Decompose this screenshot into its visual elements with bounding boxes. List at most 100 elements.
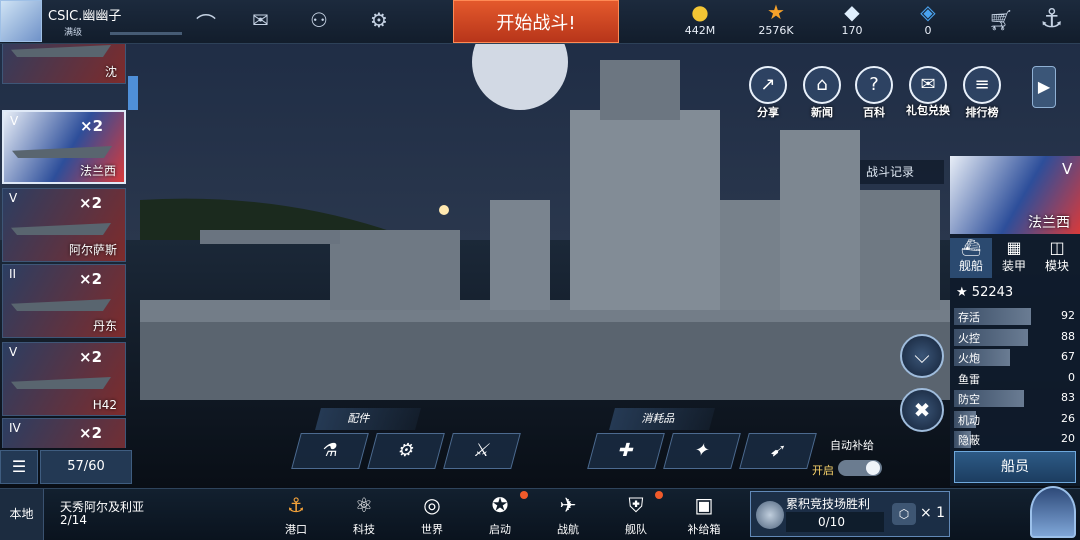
stat-row-3: 鱼雷 0 (954, 370, 1078, 387)
stat-value: 92 (1061, 309, 1075, 322)
xp-bar (110, 32, 182, 35)
mail-icon[interactable]: ✉ (252, 8, 269, 32)
stat-value: 20 (1061, 432, 1075, 445)
rank-chevron-icon[interactable]: ⌵ (900, 334, 944, 378)
fleet-icon: ⛨ (628, 493, 644, 517)
launch-icon: ✪ (491, 493, 509, 517)
stat-row-2: 火炮 67 (954, 349, 1078, 366)
captain-avatar[interactable] (1030, 486, 1076, 538)
leaderboard-icon: ≡ (963, 66, 1001, 104)
nav-world[interactable]: ◎ 世界 (408, 492, 456, 538)
reward-multiplier: × 1 (920, 505, 946, 521)
star-resource[interactable]: ★ 2576K (746, 0, 806, 44)
tab-module[interactable]: ◫ 模块 (1036, 238, 1078, 278)
consumable-slot-2[interactable]: ✦ (663, 433, 741, 469)
stat-row-5: 机动 26 (954, 410, 1078, 428)
stat-label: 火控 (958, 331, 980, 345)
combat-power: ★ 52243 (956, 285, 1014, 300)
stat-label: 机动 (958, 413, 980, 427)
armor-icon: ▦ (1006, 238, 1022, 257)
ship-card[interactable]: II ×2 丹东 (2, 264, 126, 338)
player-rank: 满级 (64, 28, 83, 38)
tab-ship[interactable]: ⛴ 舰船 (950, 238, 992, 278)
friends-icon[interactable]: ⚇ (310, 8, 328, 32)
gold-resource[interactable]: ● 442M (670, 0, 730, 44)
stat-row-6: 隐蔽 20 (954, 431, 1078, 448)
star-value: 2576K (758, 24, 794, 37)
diamond-resource[interactable]: ◆ 170 (822, 0, 882, 44)
list-filter-icon[interactable]: ☰ (0, 450, 38, 484)
stat-label: 防空 (958, 393, 980, 406)
ship-card[interactable]: V ×2 阿尔萨斯 (2, 188, 126, 262)
auto-supply-state: 开启 (812, 464, 834, 477)
toggle-knob (866, 461, 880, 475)
ship-card[interactable]: V ×2 H42 (2, 342, 126, 416)
stat-row-4: 防空 83 (954, 390, 1078, 407)
share-button[interactable]: ↗ 分享 (746, 66, 790, 119)
gold-coin-icon: ● (691, 0, 709, 24)
parts-header: 配件 (315, 408, 421, 430)
auto-supply-label: 自动补给 (830, 439, 874, 452)
leaderboard-button[interactable]: ≡ 排行榜 (960, 66, 1004, 119)
nav-tech[interactable]: ⚛ 科技 (340, 492, 388, 538)
share-icon: ↗ (749, 66, 787, 104)
gift-redeem-button[interactable]: ✉ 礼包兑换 (906, 66, 950, 118)
ship-count[interactable]: 57/60 (40, 450, 132, 484)
nav-launch[interactable]: ✪ 启动 (476, 492, 524, 538)
tech-icon: ⚛ (355, 493, 373, 517)
notification-dot (655, 491, 663, 499)
shop-cart-icon[interactable]: 🛒︎ (988, 8, 1013, 32)
arena-medal-icon (756, 501, 784, 529)
gem-resource[interactable]: ◈ 0 (898, 0, 958, 44)
consumables-header: 消耗品 (609, 408, 715, 430)
menu-expand-chevron-icon[interactable]: ▶ (1032, 66, 1056, 108)
nav-battle-voyage[interactable]: ✈ 战航 (544, 492, 592, 538)
ship-list[interactable]: 沈 V ×2 法兰西 V ×2 阿尔萨斯 II ×2 丹东 V ×2 H42 IV ×2 (0, 44, 134, 448)
settings-gear-icon[interactable]: ⚙ (370, 8, 388, 32)
anchor-icon[interactable]: ⚓ (1040, 4, 1063, 34)
arena-title: 累积竞技场胜利 (786, 497, 871, 511)
ship-card[interactable]: 沈 (2, 44, 126, 84)
voyage-icon: ✈ (559, 493, 577, 517)
repair-tools-icon[interactable]: ✖ (900, 388, 944, 432)
part-slot-2[interactable]: ⚙ (367, 433, 445, 469)
port-icon: ⚓ (287, 493, 305, 517)
ship-list-scrollbar[interactable] (128, 76, 138, 110)
crew-button[interactable]: 船员 (954, 451, 1076, 483)
notification-dot (520, 491, 528, 499)
ship-card-selected[interactable]: V ×2 法兰西 (2, 110, 126, 184)
ship-card[interactable]: IV ×2 (2, 418, 126, 448)
stat-value: 67 (1061, 350, 1075, 363)
blue-gem-icon: ◈ (920, 0, 936, 24)
world-icon: ◎ (423, 493, 441, 517)
ship-name: 法兰西 (1028, 215, 1070, 231)
stat-row-1: 火控 88 (954, 328, 1078, 346)
part-slot-3[interactable]: ⚔ (443, 433, 521, 469)
news-icon: ⌂ (803, 66, 841, 104)
ship-icon: ⛴ (960, 238, 982, 257)
stat-value: 26 (1061, 411, 1075, 425)
nav-port[interactable]: ⚓ 港口 (272, 492, 320, 538)
stat-label: 火炮 (958, 352, 980, 365)
start-battle-button[interactable]: 开始战斗! (453, 0, 619, 43)
nav-supply-box[interactable]: ▣ 补给箱 (680, 492, 728, 538)
gem-value: 0 (924, 24, 932, 37)
stat-value: 0 (1068, 370, 1075, 384)
star-icon: ★ (767, 0, 785, 24)
nav-fleet[interactable]: ⛨ 舰队 (612, 492, 660, 538)
wiki-button[interactable]: ? 百科 (852, 66, 896, 119)
stat-label: 隐蔽 (958, 434, 980, 447)
ship-tier: V (1062, 160, 1073, 178)
tab-armor[interactable]: ▦ 装甲 (993, 238, 1035, 278)
consumable-slot-3[interactable]: ➹ (739, 433, 817, 469)
news-button[interactable]: ⌂ 新闻 (800, 66, 844, 119)
player-name: CSIC.幽幽子 (48, 9, 122, 24)
part-slot-1[interactable]: ⚗ (291, 433, 369, 469)
local-chat-button[interactable]: 本地 (0, 489, 44, 540)
player-avatar[interactable] (0, 0, 42, 42)
battle-log-button[interactable]: 战斗记录 (860, 160, 944, 184)
stat-value: 88 (1061, 329, 1075, 343)
wings-icon[interactable]: ⌒ (196, 8, 216, 37)
gold-value: 442M (684, 24, 716, 37)
consumable-slot-1[interactable]: ✚ (587, 433, 665, 469)
